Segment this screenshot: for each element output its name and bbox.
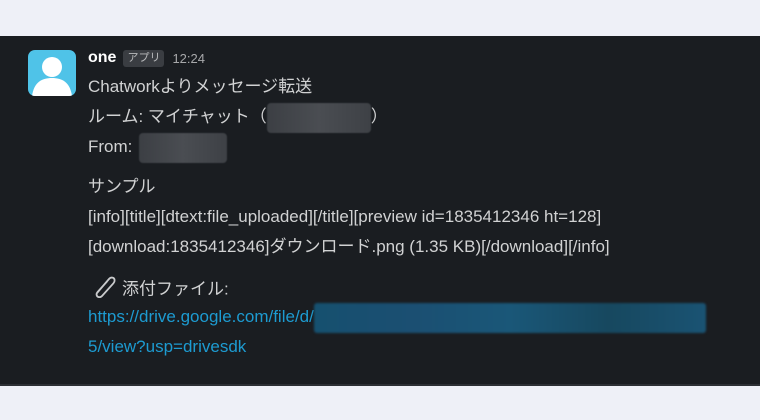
link-line-2: 5/view?usp=drivesdk	[88, 332, 760, 362]
message: one アプリ 12:24 Chatworkよりメッセージ転送 ルーム: マイチ…	[88, 44, 760, 362]
avatar[interactable]	[28, 50, 76, 96]
message-heading: Chatworkよりメッセージ転送	[88, 72, 760, 102]
message-header: one アプリ 12:24	[88, 44, 760, 72]
drive-link-part-1[interactable]: https://drive.google.com/file/d/	[88, 307, 314, 326]
link-line-1: https://drive.google.com/file/d/	[88, 302, 760, 333]
redacted-file-id[interactable]	[313, 302, 706, 333]
timestamp[interactable]: 12:24	[172, 51, 205, 66]
room-prefix: ルーム: マイチャット（	[88, 107, 267, 126]
app-badge: アプリ	[123, 49, 165, 67]
from-label: From:	[88, 137, 133, 156]
sample-text: サンプル	[88, 177, 156, 196]
sample-line: サンプル	[88, 172, 760, 202]
divider	[0, 384, 760, 386]
from-line: From:	[88, 132, 760, 163]
room-suffix: ）	[370, 107, 388, 126]
drive-link-part-2[interactable]: 5/view?usp=drivesdk	[88, 337, 246, 356]
redacted-sender	[139, 132, 228, 163]
info-text-1: [info][title][dtext:file_uploaded][/titl…	[88, 207, 602, 226]
info-line-2: [download:1835412346]ダウンロード.png (1.35 KB…	[88, 232, 760, 262]
info-text-2: [download:1835412346]ダウンロード.png (1.35 KB…	[88, 237, 610, 256]
attachment-label: 添付ファイル:	[122, 279, 229, 299]
person-silhouette-icon	[32, 57, 72, 96]
sender-name[interactable]: one	[88, 49, 116, 67]
heading-text: Chatworkよりメッセージ転送	[88, 77, 313, 96]
info-line-1: [info][title][dtext:file_uploaded][/titl…	[88, 202, 760, 232]
redacted-room-name	[266, 102, 371, 133]
room-line: ルーム: マイチャット（ ）	[88, 102, 760, 133]
attachment-line: 添付ファイル:	[88, 272, 760, 302]
